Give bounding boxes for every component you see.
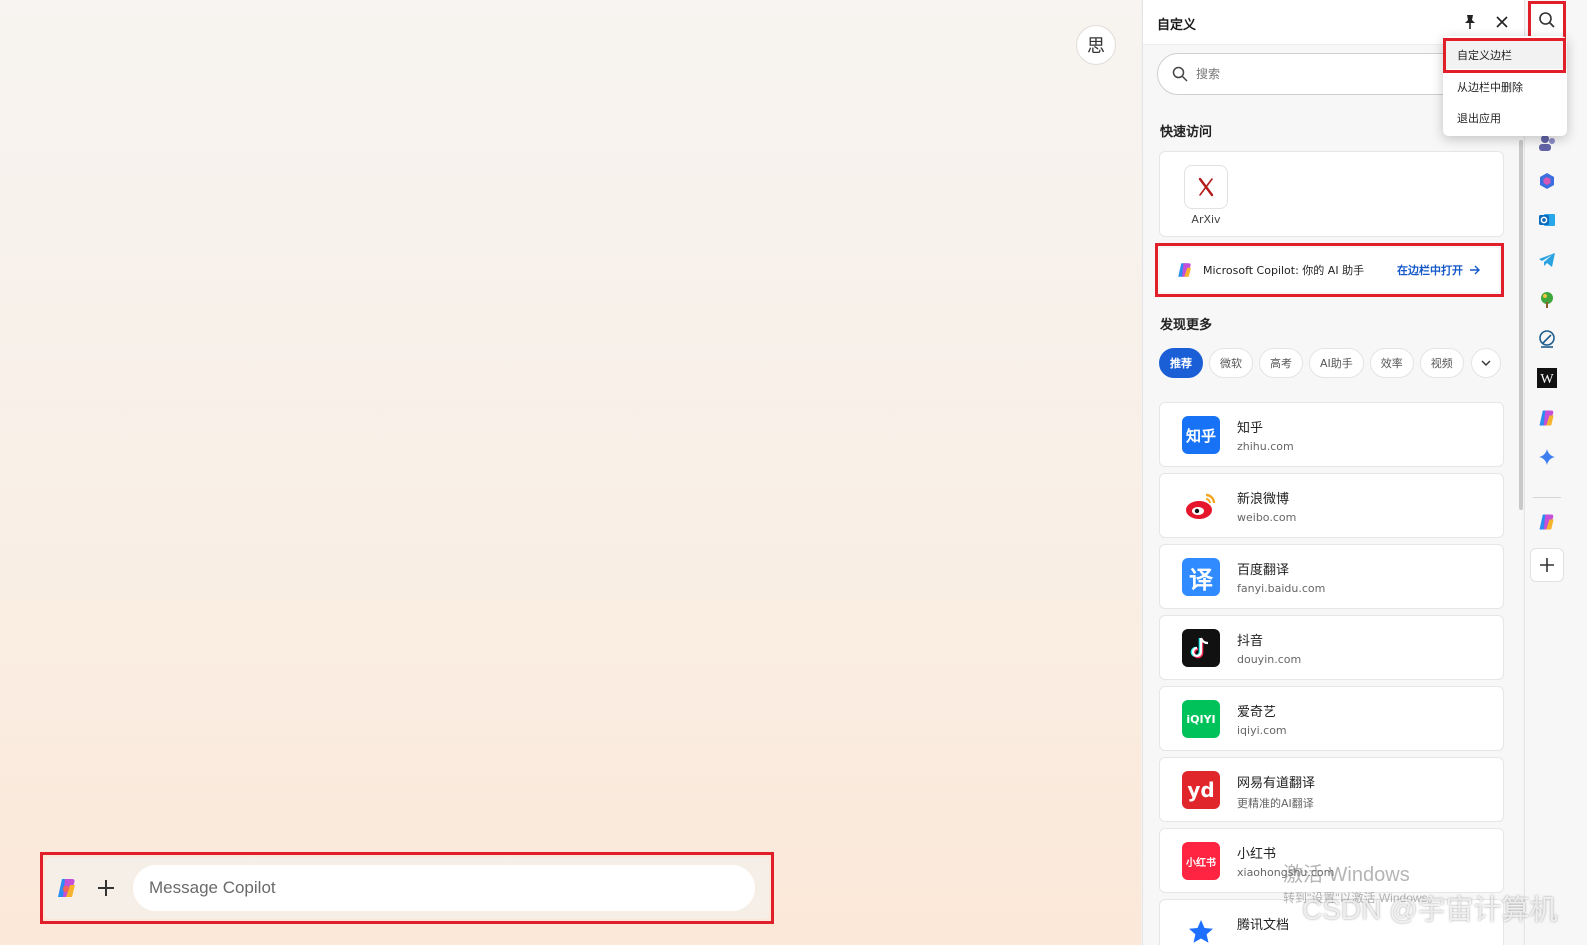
site-url: xiaohongshu.com [1237,866,1335,879]
sidebar-rail: W [1524,0,1587,945]
copilot-logo-icon[interactable] [55,876,79,900]
site-item-xiaohongshu[interactable]: 小红书 小红书 xiaohongshu.com [1159,828,1504,893]
site-name: 抖音 [1237,634,1264,649]
sparkle-icon[interactable] [1537,447,1557,467]
people-icon[interactable] [1537,133,1557,153]
chip-microsoft[interactable]: 微软 [1209,348,1253,378]
site-item-youdao-translate[interactable]: yd 网易有道翻译 更精准的AI翻译 [1159,757,1504,822]
composer-bar [45,857,769,919]
weibo-logo-icon [1182,487,1220,525]
tencent-docs-logo-icon [1182,913,1220,945]
message-input[interactable] [133,865,755,911]
menu-item-exit-app[interactable]: 退出应用 [1443,104,1567,132]
telegram-icon[interactable] [1537,250,1557,270]
open-in-sidebar-label: 在边栏中打开 [1397,264,1463,277]
site-name: 百度翻译 [1237,563,1290,578]
baidu-translate-logo-icon: 译 [1182,558,1220,596]
chip-ai-assistant[interactable]: AI助手 [1309,348,1364,378]
site-url: fanyi.baidu.com [1237,582,1326,595]
zhihu-logo-icon: 知乎 [1182,416,1220,454]
quick-item-label: ArXiv [1191,213,1221,226]
site-url: zhihu.com [1237,440,1294,453]
copilot-promo-text: Microsoft Copilot: 你的 AI 助手 [1203,264,1365,277]
category-chips: 推荐 微软 高考 AI助手 效率 视频 [1159,348,1464,378]
add-attachment-button[interactable] [91,873,121,903]
site-name: 知乎 [1237,421,1264,436]
svg-text:W: W [1540,372,1554,387]
arxiv-logo-icon [1198,177,1214,197]
wikipedia-icon[interactable]: W [1537,368,1557,388]
site-item-iqiyi[interactable]: iQIYI 爱奇艺 iqiyi.com [1159,686,1504,751]
quick-item-arxiv[interactable] [1184,165,1228,209]
site-url: iqiyi.com [1237,724,1287,737]
chip-video[interactable]: 视频 [1419,348,1464,378]
tree-game-icon[interactable] [1537,290,1557,310]
chevron-down-icon [1481,360,1491,366]
open-in-sidebar-link[interactable]: 在边栏中打开 [1397,262,1481,278]
site-url: weibo.com [1237,511,1297,524]
menu-item-remove-from-sidebar[interactable]: 从边栏中删除 [1443,73,1567,101]
customize-sidebar-panel: 自定义 快速访问 ArXiv Microsoft Copilot: 你的 [1142,0,1524,945]
drawing-icon[interactable] [1537,329,1557,349]
panel-title: 自定义 [1157,18,1197,33]
site-item-douyin[interactable]: 抖音 douyin.com [1159,615,1504,680]
site-item-baidu-translate[interactable]: 译 百度翻译 fanyi.baidu.com [1159,544,1504,609]
chip-efficiency[interactable]: 效率 [1369,348,1414,378]
outlook-icon[interactable] [1537,210,1557,230]
site-item-zhihu[interactable]: 知乎 知乎 zhihu.com [1159,402,1504,467]
copilot-logo-icon [1178,263,1191,277]
rail-search-button[interactable] [1528,1,1566,39]
site-name: 爱奇艺 [1237,705,1277,720]
rail-divider [1533,497,1561,498]
site-url: 更精准的AI翻译 [1237,797,1314,810]
copilot-main-area: 思 [0,0,1141,945]
close-icon[interactable] [1493,13,1511,31]
copilot-promo-row[interactable]: Microsoft Copilot: 你的 AI 助手 在边栏中打开 [1160,248,1499,292]
rail-context-menu: 自定义边栏 从边栏中删除 退出应用 [1443,36,1567,136]
douyin-logo-icon [1182,629,1220,667]
search-icon [1172,66,1188,82]
rail-add-button[interactable] [1530,548,1564,582]
iqiyi-logo-icon: iQIYI [1182,700,1220,738]
chip-recommended[interactable]: 推荐 [1159,348,1203,378]
think-button-label: 思 [1087,36,1105,57]
discover-heading: 发现更多 [1160,318,1213,333]
site-name: 新浪微博 [1237,492,1290,507]
quick-access-heading: 快速访问 [1160,125,1213,140]
site-url: douyin.com [1237,653,1302,666]
site-item-weibo[interactable]: 新浪微博 weibo.com [1159,473,1504,538]
site-item-tencent-docs[interactable]: 腾讯文档 [1159,899,1504,945]
chips-expand-button[interactable] [1471,348,1501,378]
think-deeper-button[interactable]: 思 [1076,25,1116,65]
pin-icon[interactable] [1461,13,1479,31]
copilot-icon[interactable] [1537,408,1557,428]
menu-item-customize-sidebar[interactable]: 自定义边栏 [1443,41,1567,69]
m365-icon[interactable] [1537,171,1557,191]
discover-site-list: 知乎 知乎 zhihu.com 新浪微博 weibo.com 译 百度翻译 fa… [1159,402,1504,945]
quick-access-card: ArXiv [1159,151,1504,237]
site-name: 网易有道翻译 [1237,776,1316,791]
panel-scrollbar[interactable] [1519,140,1523,510]
copilot-icon[interactable] [1537,512,1557,532]
site-name: 腾讯文档 [1237,918,1290,933]
xiaohongshu-logo-icon: 小红书 [1182,842,1220,880]
search-icon [1539,12,1555,28]
add-icon [1540,558,1554,572]
arrow-right-icon [1470,265,1480,275]
plus-icon [98,880,114,896]
site-name: 小红书 [1237,847,1277,862]
youdao-logo-icon: yd [1182,771,1220,809]
chip-gaokao[interactable]: 高考 [1259,348,1303,378]
